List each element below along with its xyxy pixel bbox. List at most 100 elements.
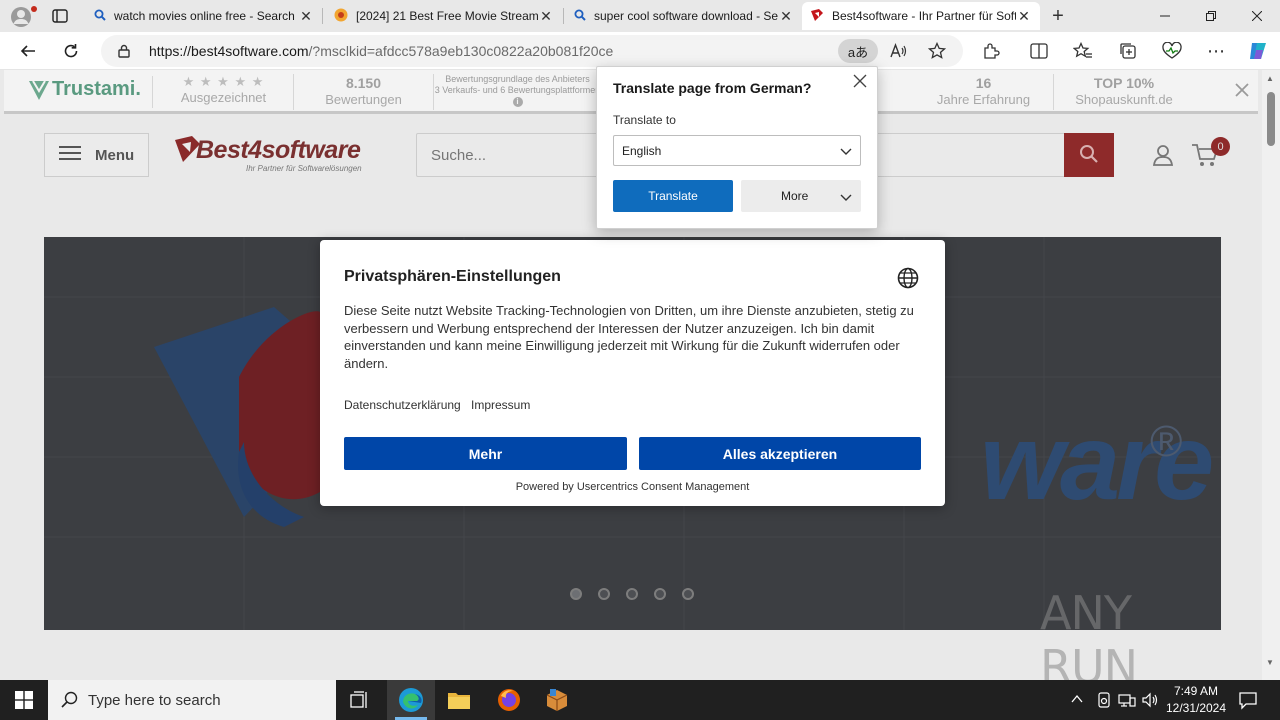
system-clock[interactable]: 7:49 AM 12/31/2024 [1160, 683, 1232, 717]
privacy-policy-link[interactable]: Datenschutzerklärung [344, 398, 461, 412]
profile-alert-dot [31, 6, 37, 12]
trust-years: 16 Jahre Erfahrung [914, 74, 1054, 110]
tab-best4software[interactable]: Best4software - Ihr Partner für Software… [802, 2, 1040, 30]
cart-count-badge: 0 [1211, 137, 1230, 156]
language-select[interactable]: English [613, 135, 861, 166]
powered-by-text: Powered by Usercentrics Consent Manageme… [515, 481, 750, 493]
address-bar[interactable]: https://best4software.com/?msclkid=afdcc… [101, 35, 963, 67]
copilot-icon[interactable] [1244, 37, 1272, 65]
tab-watch-movies[interactable]: watch movies online free - Search ✕ [86, 2, 322, 30]
rating-label: Ausgezeichnet [180, 90, 267, 105]
extensions-icon[interactable] [977, 37, 1005, 65]
edge-taskbar-icon[interactable] [387, 680, 435, 720]
file-explorer-icon[interactable] [435, 680, 483, 720]
basis-line2: 3 Verkaufs- und 6 Bewertungsplattformen [434, 85, 601, 95]
windows-taskbar: Type here to search 7:49 AM 12/31/2024 [0, 680, 1280, 720]
url-host: https://best4software.com [149, 43, 309, 59]
network-icon[interactable] [1118, 692, 1136, 711]
slide-dot-2[interactable] [598, 588, 610, 600]
notifications-icon[interactable] [1238, 690, 1258, 713]
package-app-icon[interactable] [533, 680, 581, 720]
consent-title: Privatsphären-Einstellungen [344, 268, 561, 285]
imprint-link[interactable]: Impressum [471, 398, 530, 412]
accept-all-button[interactable]: Alles akzeptieren [639, 437, 921, 470]
scrollbar-thumb[interactable] [1267, 92, 1275, 146]
slide-dot-1[interactable] [570, 588, 582, 600]
more-options-icon[interactable]: ⋯ [1202, 37, 1230, 65]
reviews-label: Bewertungen [325, 92, 402, 107]
trust-reviews: 8.150 Bewertungen [294, 74, 434, 110]
device-icon[interactable] [1096, 692, 1112, 711]
favorite-star-icon[interactable] [927, 41, 947, 63]
translate-to-label: Translate to [613, 113, 676, 127]
show-hidden-icons[interactable] [1070, 692, 1084, 709]
registered-mark: ® [1150, 417, 1183, 466]
tab-strip: watch movies online free - Search ✕ [202… [0, 0, 1280, 32]
slide-dot-5[interactable] [682, 588, 694, 600]
more-translate-options-button[interactable]: More [741, 180, 861, 212]
translate-button[interactable]: Translate [613, 180, 733, 212]
read-aloud-icon[interactable] [889, 42, 907, 63]
search-icon [94, 9, 106, 24]
taskbar-search[interactable]: Type here to search [48, 680, 336, 720]
translate-title: Translate page from German? [613, 80, 812, 96]
favorites-icon[interactable] [1069, 37, 1097, 65]
split-screen-icon[interactable] [1025, 37, 1053, 65]
top-label: TOP 10% [1093, 75, 1155, 91]
back-icon[interactable] [14, 37, 42, 65]
language-globe-icon[interactable] [897, 267, 919, 292]
close-tab-icon[interactable]: ✕ [778, 8, 794, 25]
browser-toolbar: https://best4software.com/?msclkid=afdcc… [0, 32, 1280, 70]
collections-icon[interactable] [1114, 37, 1142, 65]
new-tab-icon[interactable]: + [1044, 3, 1072, 29]
logo-tagline: Ihr Partner für Softwarelösungen [246, 164, 362, 173]
close-trustbar-icon[interactable] [1234, 82, 1250, 101]
windows-start-icon[interactable] [0, 680, 48, 720]
more-settings-button[interactable]: Mehr [344, 437, 627, 470]
info-icon[interactable]: i [512, 97, 523, 107]
scroll-up-icon[interactable]: ▲ [1266, 74, 1274, 83]
top-source: Shopauskunft.de [1075, 92, 1173, 107]
search-icon [574, 9, 586, 24]
restore-icon[interactable] [1188, 0, 1234, 32]
years-label: Jahre Erfahrung [936, 92, 1031, 107]
page-scrollbar[interactable]: ▲ ▼ [1262, 70, 1280, 680]
slide-dot-4[interactable] [654, 588, 666, 600]
best4software-favicon [810, 8, 824, 25]
chevron-down-icon [840, 145, 852, 160]
tab-title: super cool software download - Search [594, 9, 778, 23]
search-icon [1079, 144, 1099, 167]
site-favicon [334, 8, 348, 25]
browser-essentials-icon[interactable] [1158, 37, 1186, 65]
search-button[interactable] [1064, 133, 1114, 177]
close-popup-icon[interactable] [853, 74, 867, 91]
tab-actions-icon[interactable] [46, 3, 74, 29]
slide-dot-3[interactable] [626, 588, 638, 600]
volume-icon[interactable] [1142, 692, 1160, 711]
close-window-icon[interactable] [1234, 0, 1280, 32]
clock-time: 7:49 AM [1173, 684, 1219, 698]
consent-dialog: Privatsphären-Einstellungen Diese Seite … [320, 240, 945, 506]
search-icon [61, 691, 78, 712]
refresh-icon[interactable] [57, 37, 85, 65]
url-text[interactable]: https://best4software.com/?msclkid=afdcc… [149, 43, 613, 59]
scroll-down-icon[interactable]: ▼ [1266, 658, 1274, 667]
menu-button[interactable]: Menu [44, 133, 149, 177]
trust-rating: ★ ★ ★ ★ ★ Ausgezeichnet [154, 74, 294, 110]
tab-title: watch movies online free - Search [114, 9, 295, 23]
lock-icon[interactable] [118, 44, 130, 61]
account-icon[interactable] [1151, 143, 1175, 170]
task-view-icon[interactable] [336, 680, 384, 720]
tab-best-free-movie[interactable]: [2024] 21 Best Free Movie Streaming ✕ [326, 2, 562, 30]
firefox-icon[interactable] [485, 680, 533, 720]
tab-software-download[interactable]: super cool software download - Search ✕ [566, 2, 802, 30]
translate-icon[interactable]: aあ [838, 39, 878, 63]
minimize-icon[interactable] [1142, 0, 1188, 32]
translate-popup: Translate page from German? Translate to… [596, 66, 878, 229]
best4software-logo[interactable]: Best4software Ihr Partner für Softwarelö… [172, 135, 382, 175]
close-tab-icon[interactable]: ✕ [538, 8, 554, 25]
close-tab-icon[interactable]: ✕ [1016, 8, 1032, 25]
anyrun-watermark: ANY RUN [1040, 586, 1240, 694]
close-tab-icon[interactable]: ✕ [298, 8, 314, 25]
chevron-down-icon [840, 191, 852, 206]
